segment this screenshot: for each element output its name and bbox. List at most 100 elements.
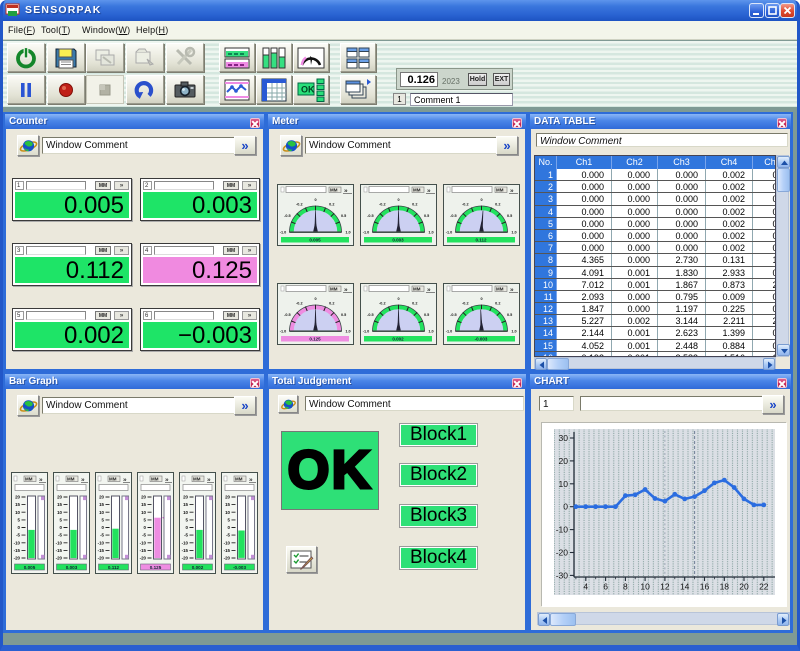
svg-text:20: 20 (99, 495, 104, 500)
svg-text:20: 20 (15, 495, 20, 500)
svg-text:-30: -30 (556, 570, 569, 580)
svg-text:-0.2: -0.2 (379, 301, 386, 305)
svg-text:0.005: 0.005 (309, 238, 321, 243)
svg-text:0.2: 0.2 (329, 202, 334, 206)
svg-text:-1.0: -1.0 (363, 230, 370, 234)
svg-text:15: 15 (225, 502, 230, 507)
svg-text:20: 20 (141, 495, 146, 500)
svg-text:-5: -5 (100, 533, 104, 538)
svg-text:-5: -5 (142, 533, 146, 538)
svg-text:-15: -15 (140, 548, 147, 553)
svg-text:0.2: 0.2 (412, 202, 417, 206)
svg-text:-20: -20 (14, 556, 21, 561)
svg-text:MM: MM (193, 477, 201, 482)
svg-text:-15: -15 (224, 548, 231, 553)
svg-text:20: 20 (739, 582, 749, 592)
svg-text:30: 30 (559, 433, 569, 443)
svg-text:-10: -10 (556, 525, 569, 535)
svg-text:15: 15 (99, 502, 104, 507)
svg-text:0.005: 0.005 (24, 565, 36, 570)
svg-text:-0.2: -0.2 (296, 202, 303, 206)
svg-text:15: 15 (15, 502, 20, 507)
svg-text:15: 15 (183, 502, 188, 507)
svg-text:0.112: 0.112 (475, 238, 487, 243)
svg-text:-0.003: -0.003 (475, 337, 488, 342)
svg-text:1.0: 1.0 (345, 230, 350, 234)
svg-text:-0.2: -0.2 (379, 202, 386, 206)
svg-text:18: 18 (720, 582, 730, 592)
svg-text:1.0: 1.0 (428, 230, 433, 234)
svg-text:-10: -10 (224, 540, 231, 545)
svg-text:MM: MM (413, 188, 421, 193)
svg-text:-0.5: -0.5 (450, 313, 457, 317)
svg-text:-0.2: -0.2 (462, 202, 469, 206)
svg-text:-10: -10 (140, 540, 147, 545)
svg-text:14: 14 (680, 582, 690, 592)
svg-text:0.2: 0.2 (329, 301, 334, 305)
svg-text:-0.2: -0.2 (462, 301, 469, 305)
svg-text:20: 20 (183, 495, 188, 500)
svg-text:20: 20 (57, 495, 62, 500)
svg-text:-0.5: -0.5 (284, 313, 291, 317)
svg-text:-0.2: -0.2 (296, 301, 303, 305)
svg-text:-20: -20 (182, 556, 189, 561)
svg-text:-20: -20 (56, 556, 63, 561)
svg-text:0.003: 0.003 (392, 238, 404, 243)
svg-text:MM: MM (25, 477, 33, 482)
svg-text:-10: -10 (98, 540, 105, 545)
svg-text:0.112: 0.112 (108, 565, 120, 570)
svg-text:0: 0 (397, 198, 399, 202)
svg-text:OK: OK (301, 84, 315, 94)
svg-text:0.5: 0.5 (507, 313, 512, 317)
svg-text:-5: -5 (58, 533, 62, 538)
svg-text:MM: MM (67, 477, 75, 482)
svg-text:0: 0 (480, 297, 482, 301)
svg-text:-0.5: -0.5 (450, 214, 457, 218)
svg-text:0: 0 (314, 198, 316, 202)
svg-text:0.2: 0.2 (412, 301, 417, 305)
svg-text:-10: -10 (56, 540, 63, 545)
svg-text:20: 20 (225, 495, 230, 500)
svg-text:MM: MM (496, 188, 504, 193)
svg-text:MM: MM (109, 477, 117, 482)
svg-text:-10: -10 (14, 540, 21, 545)
svg-text:1.0: 1.0 (428, 329, 433, 333)
svg-text:16: 16 (700, 582, 710, 592)
svg-text:1.0: 1.0 (511, 230, 516, 234)
svg-text:-15: -15 (14, 548, 21, 553)
svg-text:-1.0: -1.0 (280, 329, 287, 333)
svg-text:MM: MM (496, 287, 504, 292)
svg-text:-0.5: -0.5 (284, 214, 291, 218)
svg-text:10: 10 (640, 582, 650, 592)
svg-text:20: 20 (559, 456, 569, 466)
svg-text:0: 0 (480, 198, 482, 202)
svg-text:0.002: 0.002 (392, 337, 404, 342)
svg-text:-0.5: -0.5 (367, 214, 374, 218)
svg-text:10: 10 (559, 479, 569, 489)
svg-text:MM: MM (235, 477, 243, 482)
svg-text:MM: MM (330, 287, 338, 292)
svg-text:15: 15 (141, 502, 146, 507)
svg-text:MM: MM (413, 287, 421, 292)
svg-text:4: 4 (583, 582, 588, 592)
svg-text:10: 10 (99, 510, 104, 515)
svg-text:-10: -10 (182, 540, 189, 545)
svg-text:0.5: 0.5 (424, 313, 429, 317)
svg-text:-1.0: -1.0 (363, 329, 370, 333)
svg-text:8: 8 (623, 582, 628, 592)
svg-text:-15: -15 (98, 548, 105, 553)
svg-text:-5: -5 (184, 533, 188, 538)
svg-text:-20: -20 (98, 556, 105, 561)
svg-text:10: 10 (225, 510, 230, 515)
svg-text:0.002: 0.002 (192, 565, 204, 570)
svg-text:-0.5: -0.5 (367, 313, 374, 317)
svg-text:-1.0: -1.0 (280, 230, 287, 234)
svg-text:0.5: 0.5 (341, 313, 346, 317)
svg-text:0.003: 0.003 (66, 565, 78, 570)
svg-text:10: 10 (183, 510, 188, 515)
svg-text:-15: -15 (182, 548, 189, 553)
svg-text:-1.0: -1.0 (446, 230, 453, 234)
svg-text:6: 6 (603, 582, 608, 592)
svg-text:0.5: 0.5 (424, 214, 429, 218)
svg-text:-5: -5 (16, 533, 20, 538)
